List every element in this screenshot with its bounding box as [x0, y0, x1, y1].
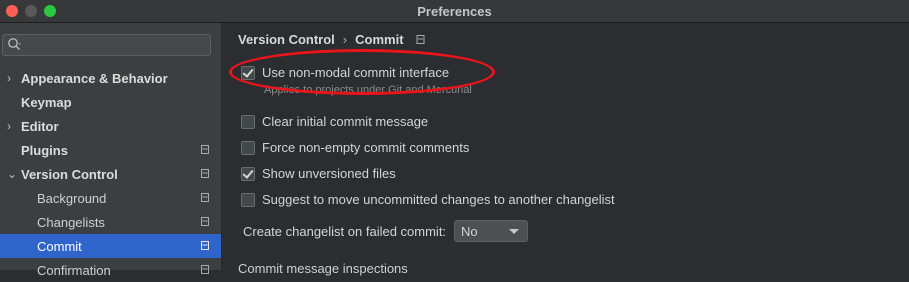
project-scope-icon: [416, 35, 425, 44]
clear-commit-message-label: Clear initial commit message: [262, 114, 429, 129]
minimize-window-button[interactable]: [25, 5, 37, 17]
suggest-move-option[interactable]: Suggest to move uncommitted changes to a…: [241, 192, 615, 207]
dropdown-arrow-icon: [509, 228, 520, 234]
failed-commit-row: Create changelist on failed commit: No: [243, 220, 529, 242]
show-unversioned-option[interactable]: Show unversioned files: [241, 166, 396, 181]
force-non-empty-option[interactable]: Force non-empty commit comments: [241, 140, 469, 155]
chevron-down-icon: ⌄: [7, 167, 18, 181]
sidebar-item-appearance-behavior[interactable]: › Appearance & Behavior: [0, 66, 221, 90]
breadcrumb-separator: ›: [342, 32, 348, 47]
sidebar-item-label: Appearance & Behavior: [21, 70, 168, 86]
sidebar-item-label: Background: [37, 190, 107, 206]
failed-commit-select[interactable]: No: [454, 220, 529, 242]
settings-sidebar: › Appearance & Behavior Keymap › Editor …: [0, 23, 222, 278]
sidebar-item-keymap[interactable]: Keymap: [0, 90, 221, 114]
sidebar-item-version-control[interactable]: ⌄ Version Control: [0, 162, 221, 186]
settings-search-input[interactable]: [2, 34, 211, 56]
sidebar-item-commit[interactable]: Commit: [0, 234, 221, 258]
project-scope-icon: [201, 145, 209, 154]
force-non-empty-label: Force non-empty commit comments: [262, 140, 470, 155]
sidebar-item-label: Confirmation: [37, 262, 111, 278]
sidebar-item-background[interactable]: Background: [0, 186, 221, 210]
chevron-right-icon: ›: [7, 71, 11, 85]
project-scope-icon: [201, 169, 209, 178]
sidebar-item-label: Changelists: [37, 214, 105, 230]
sidebar-item-changelists[interactable]: Changelists: [0, 210, 221, 234]
sidebar-item-label: Keymap: [21, 94, 72, 110]
failed-commit-label: Create changelist on failed commit:: [243, 223, 447, 239]
title-bar: Preferences: [0, 0, 909, 23]
breadcrumb-commit: Commit: [355, 32, 404, 47]
commit-message-inspections-header: Commit message inspections: [238, 261, 408, 276]
sidebar-item-label: Commit: [37, 238, 82, 254]
red-highlight-ellipse: [229, 49, 495, 95]
project-scope-icon: [201, 193, 209, 202]
clear-commit-message-option[interactable]: Clear initial commit message: [241, 114, 428, 129]
suggest-move-label: Suggest to move uncommitted changes to a…: [262, 192, 615, 207]
suggest-move-checkbox[interactable]: [241, 192, 255, 207]
sidebar-item-label: Plugins: [21, 142, 68, 158]
sidebar-item-confirmation[interactable]: Confirmation: [0, 258, 221, 282]
sidebar-item-label: Version Control: [21, 166, 118, 182]
show-unversioned-label: Show unversioned files: [262, 166, 396, 181]
window-title: Preferences: [417, 3, 492, 19]
breadcrumb-version-control: Version Control: [238, 32, 335, 47]
project-scope-icon: [201, 241, 209, 250]
show-unversioned-checkbox[interactable]: [241, 166, 255, 181]
chevron-right-icon: ›: [7, 119, 11, 133]
window-controls: [6, 5, 56, 17]
breadcrumb: Version Control › Commit: [238, 32, 425, 47]
force-non-empty-checkbox[interactable]: [241, 140, 255, 155]
zoom-window-button[interactable]: [44, 5, 56, 17]
clear-commit-message-checkbox[interactable]: [241, 114, 255, 129]
failed-commit-value: No: [461, 223, 478, 239]
sidebar-item-editor[interactable]: › Editor: [0, 114, 221, 138]
sidebar-item-plugins[interactable]: Plugins: [0, 138, 221, 162]
sidebar-item-label: Editor: [21, 118, 59, 134]
close-window-button[interactable]: [6, 5, 18, 17]
project-scope-icon: [201, 217, 209, 226]
search-icon: [8, 38, 21, 50]
